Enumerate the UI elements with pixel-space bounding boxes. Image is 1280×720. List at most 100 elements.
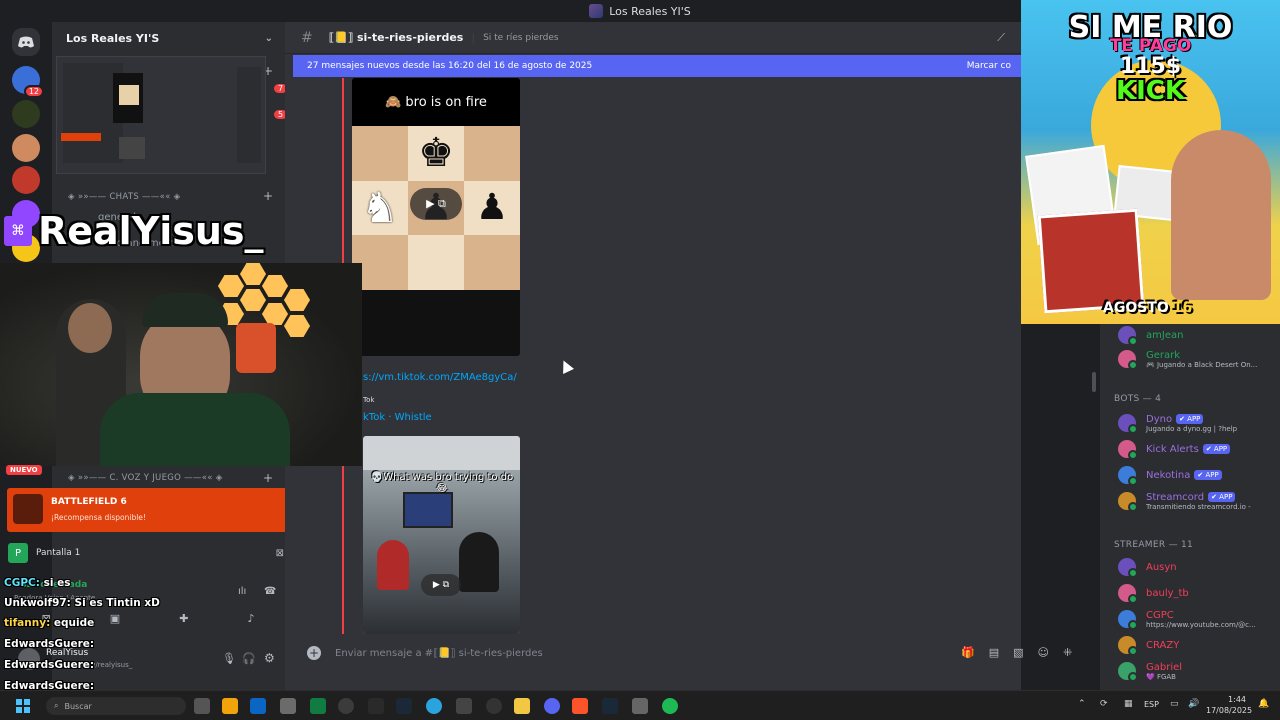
member-status: Transmitiendo streamcord.io - (1146, 502, 1251, 511)
server-icon (589, 4, 604, 18)
member-status: 🎮 Jugando a Black Desert On... (1146, 360, 1258, 369)
app-icon-8[interactable] (486, 698, 502, 714)
apps-icon[interactable]: ⁜ (1063, 646, 1072, 659)
member-streamcord[interactable]: Streamcord ✔ APP Transmitiendo streamcord.… (1118, 490, 1251, 512)
member-ausyn[interactable]: Ausyn (1118, 556, 1177, 578)
avatar (1118, 492, 1138, 512)
add-voice-icon[interactable]: + (263, 471, 273, 485)
spotify-icon[interactable] (662, 698, 678, 714)
member-list: amJean Gerark 🎮 Jugando a Black Desert On.… (1092, 324, 1280, 690)
mark-read-button[interactable]: Marcar co (967, 61, 1011, 71)
member-name: bauly_tb (1146, 587, 1189, 599)
member-name: Dyno (1146, 413, 1173, 425)
discord-icon[interactable] (544, 698, 560, 714)
play-icon[interactable]: ▶ ⧉ (421, 574, 461, 596)
category-voice[interactable]: ◈ »»—— C. VOZ Y JUEGO ——«« ◈ (68, 473, 223, 483)
chat-message: Unkwolf97: Si es Tintin xD (4, 597, 160, 609)
server-header[interactable]: Los Reales YI'S ⌄ (52, 22, 285, 54)
chevron-down-icon: ⌄ (264, 32, 273, 44)
member-status: https://www.youtube.com/@c... (1146, 620, 1256, 629)
app-icon-2[interactable] (250, 698, 266, 714)
scrollbar[interactable] (1092, 372, 1096, 392)
member-name: CGPC (1146, 609, 1174, 621)
tiktok-link[interactable]: s://vm.tiktok.com/ZMAe8gyCa/ (363, 372, 517, 383)
network-icon[interactable]: ▭ (1170, 699, 1179, 709)
embed-title[interactable]: kTok · Whistle (363, 412, 432, 423)
taskbar-search[interactable]: ⌕ Buscar (46, 697, 186, 715)
category-chats[interactable]: ◈ »»—— CHATS ——«« ◈ (68, 192, 180, 202)
discord-home-icon[interactable] (12, 28, 40, 56)
notification-icon[interactable]: 🔔 (1258, 699, 1269, 709)
server-icon-2[interactable] (12, 100, 40, 128)
steam-icon-2[interactable] (602, 698, 618, 714)
task-view-icon[interactable] (194, 698, 210, 714)
tray-app-icon[interactable]: ⟳ (1100, 699, 1108, 709)
add-channel-icon[interactable]: + (263, 189, 273, 203)
app-icon-5[interactable] (338, 698, 354, 714)
app-icon-7[interactable] (456, 698, 472, 714)
app-icon-4[interactable] (310, 698, 326, 714)
threads-icon[interactable]: ⟋ (997, 31, 1005, 45)
app-badge: ✔ APP (1176, 414, 1204, 424)
file-explorer-icon[interactable] (514, 698, 530, 714)
volume-icon[interactable]: 🔊 (1188, 699, 1199, 709)
tray-chevron-icon[interactable]: ⌃ (1078, 699, 1086, 709)
streamer-header: STREAMER — 11 (1114, 540, 1194, 550)
promo-title: BATTLEFIELD 6 (51, 497, 127, 507)
promo-card[interactable]: BATTLEFIELD 6 ¡Recompensa disponible! (7, 488, 287, 532)
avatar (1118, 466, 1138, 486)
bots-header: BOTS — 4 (1114, 394, 1162, 404)
play-icon[interactable]: ▶ ⧉ (410, 188, 462, 220)
language-indicator[interactable]: ESP (1144, 700, 1159, 709)
gift-icon[interactable]: 🎁 (961, 646, 975, 659)
app-icon-6[interactable] (368, 698, 384, 714)
add-attachment-icon[interactable]: + (307, 646, 321, 660)
chat-username: EdwardsGuere: (4, 659, 95, 671)
chat-message: tifanny: equide (4, 617, 94, 629)
server-name: Los Reales YI'S (66, 31, 160, 45)
brave-icon[interactable] (572, 698, 588, 714)
video-embed-1[interactable]: 🙈 bro is on fire ♚ ♞♟♟ ▶ ⧉ (352, 78, 520, 356)
server-icon-4[interactable] (12, 166, 40, 194)
gif-icon[interactable]: ▤ (989, 646, 999, 659)
stream-preview-thumbnail[interactable] (56, 56, 266, 174)
new-messages-banner[interactable]: 27 mensajes nuevos desde las 16:20 del 1… (293, 55, 1021, 77)
member-status: 💜 FGAB (1146, 672, 1176, 681)
windows-start-icon[interactable] (16, 699, 30, 713)
emoji-icon[interactable]: ☺ (1038, 646, 1049, 659)
avatar (1118, 662, 1138, 682)
chat-main: # ⟦📒⟧ si-te-ries-pierdes | Si te ríes pi… (285, 22, 1072, 690)
server-icon-1[interactable]: 12 (12, 66, 44, 98)
server-icon-3[interactable] (12, 134, 40, 162)
avatar (1118, 414, 1138, 434)
close-icon[interactable]: ⊠ (276, 548, 284, 559)
app-icon-1[interactable] (222, 698, 238, 714)
video-embed-2[interactable]: 💀What was bro trying to do😂 ▶ ⧉ (363, 436, 520, 634)
windows-taskbar: ⌕ Buscar ⌃ ⟳ ▦ ESP ▭ 🔊 1:44 17/08/2025 🔔 (0, 690, 1280, 720)
sticker-icon[interactable]: ▧ (1013, 646, 1023, 659)
settings-icon[interactable] (632, 698, 648, 714)
clock[interactable]: 1:44 17/08/2025 (1206, 694, 1252, 716)
member-crazy[interactable]: CRAZY (1118, 634, 1179, 656)
composer-placeholder[interactable]: Enviar mensaje a #⟦📒⟧ si-te-ries-pierdes (335, 648, 543, 659)
avatar (1118, 558, 1138, 578)
video-thumbnail-overlay: SI ME RIO TE PAGO 115$ KICK AGOSTO 16 (1021, 0, 1280, 324)
member-kick-alerts[interactable]: Kick Alerts ✔ APP (1118, 438, 1231, 460)
channel-name: ⟦📒⟧ si-te-ries-pierdes (328, 31, 464, 44)
member-gabriel[interactable]: Gabriel 💜 FGAB (1118, 660, 1182, 682)
member-name: CRAZY (1146, 639, 1180, 651)
telegram-icon[interactable] (426, 698, 442, 714)
member-gerark[interactable]: Gerark 🎮 Jugando a Black Desert On... (1118, 348, 1257, 370)
member-amjean[interactable]: amJean (1118, 324, 1183, 346)
tray-app-icon-2[interactable]: ▦ (1124, 699, 1133, 709)
steam-icon[interactable] (396, 698, 412, 714)
avatar (1118, 610, 1138, 630)
member-dyno[interactable]: Dyno ✔ APP Jugando a dyno.gg | ?help (1118, 412, 1237, 434)
member-cgpc[interactable]: CGPC https://www.youtube.com/@c... (1118, 608, 1256, 630)
cap (142, 293, 228, 327)
member-nekotina[interactable]: Nekotina ✔ APP (1118, 464, 1222, 486)
screen-share-item[interactable]: P Pantalla 1 ⊠ (8, 542, 284, 564)
member-name: Ausyn (1146, 561, 1177, 573)
member-bauly-tb[interactable]: bauly_tb (1118, 582, 1189, 604)
app-icon-3[interactable] (280, 698, 296, 714)
